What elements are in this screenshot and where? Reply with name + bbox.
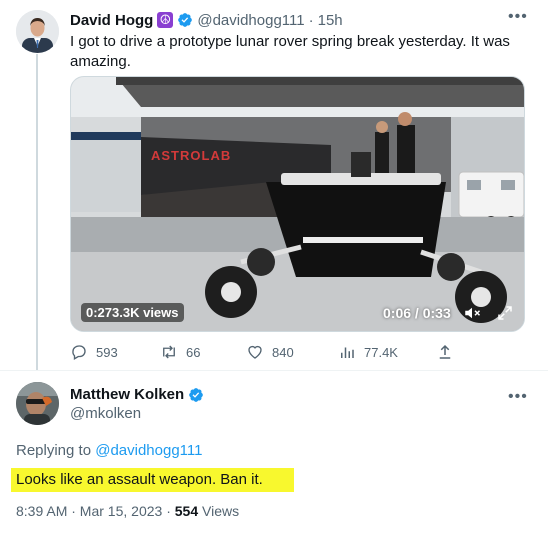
views-count: 77.4K xyxy=(364,344,398,360)
tweet-text: I got to drive a prototype lunar rover s… xyxy=(70,33,510,70)
views-button[interactable]: 77.4K xyxy=(338,343,398,361)
tweet-actions: 593 66 840 77.4K xyxy=(70,343,470,363)
tweet-metadata: 8:39 AM · Mar 15, 2023 · 554 Views xyxy=(16,503,239,519)
more-options-icon[interactable]: ••• xyxy=(508,8,528,26)
tweet-view-count: 554 xyxy=(174,503,199,519)
share-icon xyxy=(439,344,451,359)
replying-to-handle-link[interactable]: @davidhogg111 xyxy=(95,442,202,459)
reply-author-name[interactable]: Matthew Kolken xyxy=(70,386,184,403)
replying-to-label: Replying to xyxy=(16,442,92,459)
avatar[interactable] xyxy=(16,382,59,425)
fullscreen-icon[interactable] xyxy=(496,304,514,322)
peace-emoji: ☮ xyxy=(157,12,174,28)
reply-author-header: Matthew Kolken xyxy=(70,386,204,403)
retweet-count: 66 xyxy=(186,344,201,360)
reply-author-handle[interactable]: @mkolken xyxy=(70,405,141,422)
author-handle[interactable]: @davidhogg111 xyxy=(197,12,304,29)
reply-icon xyxy=(72,345,86,360)
verified-badge-icon xyxy=(188,387,204,403)
tweet-views-label: Views xyxy=(198,503,240,519)
video-frame: ASTROLAB xyxy=(71,77,524,331)
reply-count: 593 xyxy=(96,344,118,360)
retweet-icon xyxy=(163,345,175,359)
thread-connector-line xyxy=(36,54,38,370)
video-views-badge: 0:273.3K views xyxy=(81,303,184,322)
author-name[interactable]: David Hogg xyxy=(70,12,153,29)
like-count: 840 xyxy=(272,344,294,360)
avatar[interactable] xyxy=(16,10,59,53)
tweet-divider xyxy=(0,370,548,371)
video-timestamp: 0:06 / 0:33 xyxy=(383,305,451,321)
tweet-timestamp[interactable]: 8:39 AM · Mar 15, 2023 · xyxy=(16,503,175,519)
heart-icon xyxy=(248,345,262,359)
reply-text: Looks like an assault weapon. Ban it. xyxy=(16,471,263,488)
tweet-header: David Hogg ☮ @davidhogg111 · 15h xyxy=(70,10,343,30)
verified-badge-icon xyxy=(177,12,193,28)
mute-icon[interactable] xyxy=(463,304,481,322)
more-options-icon[interactable]: ••• xyxy=(508,388,528,406)
astrolab-banner-text: ASTROLAB xyxy=(151,148,231,163)
analytics-icon xyxy=(341,347,354,358)
retweet-button[interactable]: 66 xyxy=(160,343,200,361)
like-button[interactable]: 840 xyxy=(246,343,294,361)
replying-to: Replying to @davidhogg111 xyxy=(16,442,202,459)
separator-dot: · xyxy=(308,11,314,29)
reply-button[interactable]: 593 xyxy=(70,343,118,361)
video-player[interactable]: ASTROLAB 0:273.3K views 0:06 / 0:33 xyxy=(70,76,525,332)
share-button[interactable] xyxy=(436,343,454,361)
tweet-age[interactable]: 15h xyxy=(318,12,343,29)
